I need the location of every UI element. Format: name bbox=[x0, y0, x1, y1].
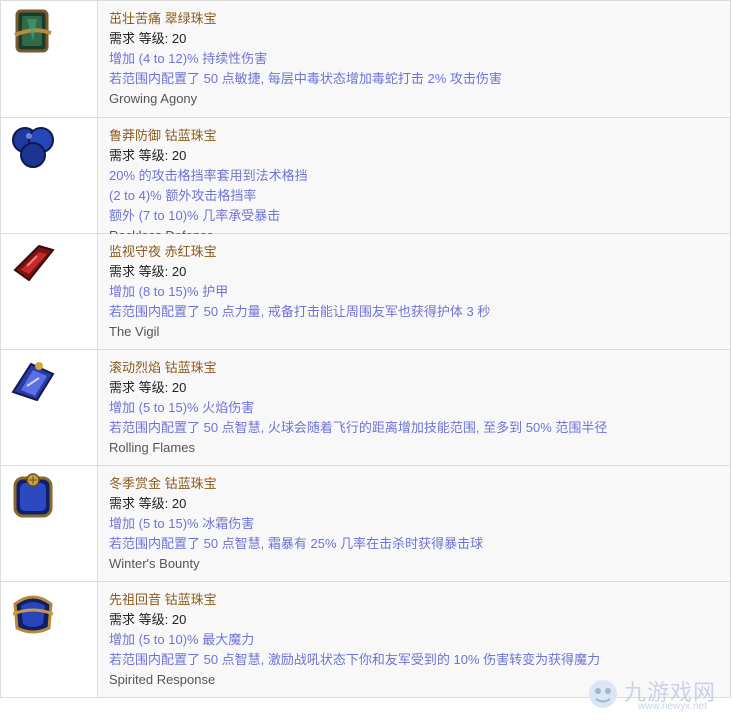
jewel-requirement: 需求 等级: 20 bbox=[109, 380, 187, 395]
cobalt-jewel-icon bbox=[13, 473, 53, 518]
jewel-name: 滚动烈焰 钴蓝珠宝 bbox=[109, 360, 217, 375]
jewel-mod: (2 to 4)% 额外攻击格挡率 bbox=[109, 188, 257, 203]
jewel-mod: 增加 (4 to 12)% 持续性伤害 bbox=[109, 51, 268, 66]
jewel-name: 鲁莽防御 钴蓝珠宝 bbox=[109, 128, 217, 143]
jewel-flavor-name: Rolling Flames bbox=[109, 440, 195, 455]
jewel-mod: 增加 (5 to 10)% 最大魔力 bbox=[109, 632, 255, 647]
cobalt-jewel-icon bbox=[12, 595, 54, 634]
jewel-mod: 增加 (8 to 15)% 护甲 bbox=[109, 284, 229, 299]
jewel-flavor-name: The Vigil bbox=[109, 324, 160, 339]
jewel-name: 先祖回音 钴蓝珠宝 bbox=[109, 592, 217, 607]
table-row: 滚动烈焰 钴蓝珠宝 需求 等级: 20 增加 (5 to 15)% 火焰伤害 若… bbox=[0, 350, 731, 466]
cobalt-jewel-icon bbox=[12, 127, 54, 168]
jewel-requirement: 需求 等级: 20 bbox=[109, 148, 187, 163]
jewel-requirement: 需求 等级: 20 bbox=[109, 31, 187, 46]
jewel-mod: 若范围内配置了 50 点智慧, 激励战吼状态下你和友军受到的 10% 伤害转变为… bbox=[109, 652, 601, 667]
site-watermark: 九游戏网 www.newyx.net bbox=[586, 675, 726, 715]
jewel-requirement: 需求 等级: 20 bbox=[109, 612, 187, 627]
jewel-requirement: 需求 等级: 20 bbox=[109, 496, 187, 511]
table-row: 监视守夜 赤红珠宝 需求 等级: 20 增加 (8 to 15)% 护甲 若范围… bbox=[0, 234, 731, 350]
jewel-name: 监视守夜 赤红珠宝 bbox=[109, 244, 217, 259]
table-row: 冬季赏金 钴蓝珠宝 需求 等级: 20 增加 (5 to 15)% 冰霜伤害 若… bbox=[0, 466, 731, 582]
cobalt-jewel-icon bbox=[11, 362, 55, 402]
green-jewel-icon bbox=[14, 9, 52, 53]
jewel-requirement: 需求 等级: 20 bbox=[109, 264, 187, 279]
table-row: 茁壮苦痛 翠绿珠宝 需求 等级: 20 增加 (4 to 12)% 持续性伤害 … bbox=[0, 1, 731, 118]
jewel-mod: 增加 (5 to 15)% 火焰伤害 bbox=[109, 400, 255, 415]
site-logo-icon bbox=[589, 680, 617, 708]
jewel-mod: 额外 (7 to 10)% 几率承受暴击 bbox=[109, 208, 281, 223]
jewel-name: 冬季赏金 钴蓝珠宝 bbox=[109, 476, 217, 491]
jewel-mod: 若范围内配置了 50 点敏捷, 每层中毒状态增加毒蛇打击 2% 攻击伤害 bbox=[109, 71, 502, 86]
watermark-url: www.newyx.net bbox=[638, 701, 707, 712]
jewel-name: 茁壮苦痛 翠绿珠宝 bbox=[109, 11, 217, 26]
jewel-mod: 增加 (5 to 15)% 冰霜伤害 bbox=[109, 516, 255, 531]
jewel-mod: 若范围内配置了 50 点力量, 戒备打击能让周围友军也获得护体 3 秒 bbox=[109, 304, 491, 319]
jewel-table: 茁壮苦痛 翠绿珠宝 需求 等级: 20 增加 (4 to 12)% 持续性伤害 … bbox=[0, 0, 731, 698]
jewel-mod: 20% 的攻击格挡率套用到法术格挡 bbox=[109, 168, 308, 183]
jewel-flavor-name: Winter's Bounty bbox=[109, 556, 200, 571]
jewel-mod: 若范围内配置了 50 点智慧, 火球会随着飞行的距离增加技能范围, 至多到 50… bbox=[109, 420, 608, 435]
jewel-flavor-name: Growing Agony bbox=[109, 91, 198, 106]
crimson-jewel-icon bbox=[13, 244, 55, 282]
jewel-mod: 若范围内配置了 50 点智慧, 霜暴有 25% 几率在击杀时获得暴击球 bbox=[109, 536, 484, 551]
table-row: 鲁莽防御 钴蓝珠宝 需求 等级: 20 20% 的攻击格挡率套用到法术格挡 (2… bbox=[0, 118, 731, 243]
